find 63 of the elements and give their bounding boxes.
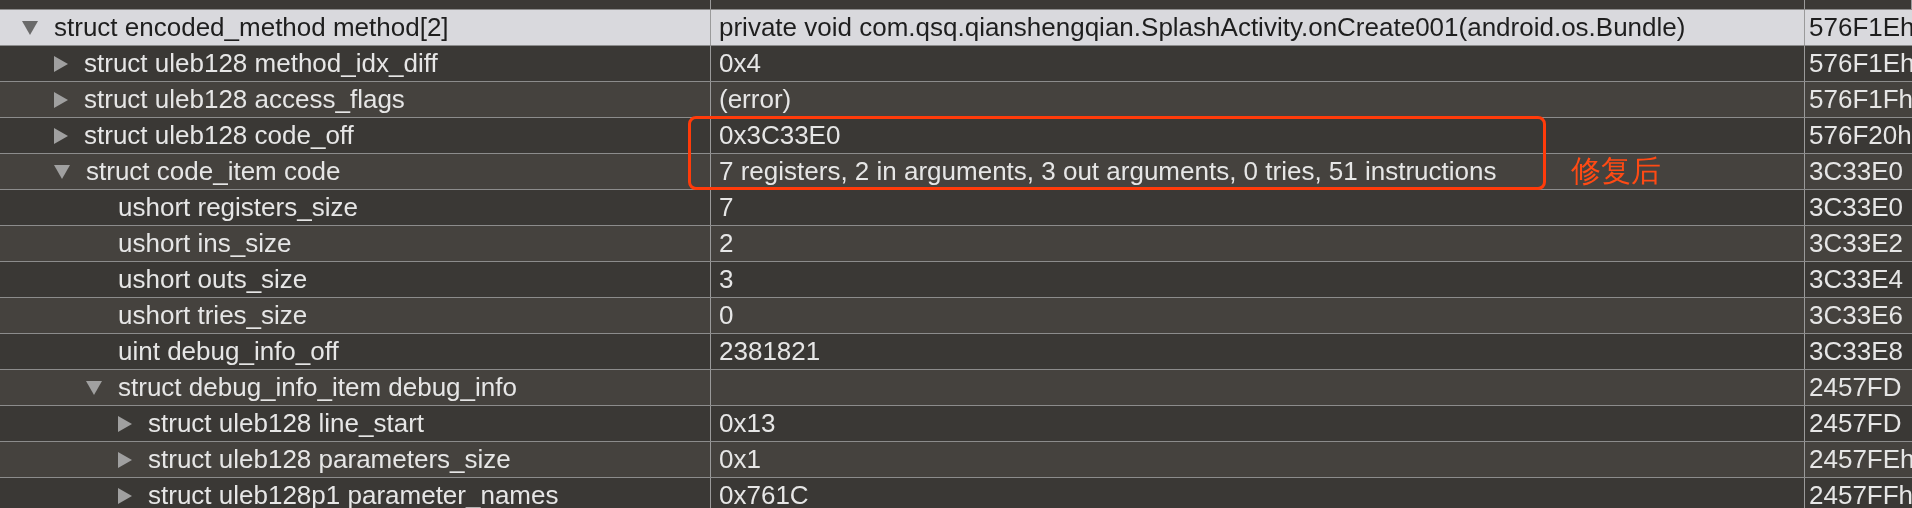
field-start: 3C33E6 xyxy=(1809,300,1903,331)
collapsed-triangle-icon[interactable] xyxy=(118,451,132,468)
tree-row[interactable]: ushort tries_size 0 3C33E6 xyxy=(0,298,1912,334)
field-value: 7 registers, 2 in arguments, 3 out arguments, 0 tries, 51 instructions xyxy=(719,156,1497,187)
tree-row[interactable]: struct uleb128 parameters_size 0x1 2457FEh xyxy=(0,442,1912,478)
field-name: ushort tries_size xyxy=(118,300,308,331)
field-start: 2457FD xyxy=(1809,408,1902,439)
tree-row[interactable]: uint debug_info_off 2381821 3C33E8 xyxy=(0,334,1912,370)
field-start: 3C33E2 xyxy=(1809,228,1903,259)
collapsed-triangle-icon[interactable] xyxy=(54,91,68,108)
field-start: 576F1Eh xyxy=(1809,12,1912,43)
field-value: 2 xyxy=(719,228,734,259)
field-start: 576F1Fh xyxy=(1809,84,1912,115)
tree-row[interactable]: struct uleb128 code_off 0x3C33E0 576F20h xyxy=(0,118,1912,154)
field-name: uint debug_info_off xyxy=(118,336,339,367)
field-value: private void com.qsq.qianshengqian.SplashActivity.onCreate001(android.os.Bundle) xyxy=(719,12,1686,43)
field-value: 0x761C xyxy=(719,480,809,508)
field-start: 3C33E0 xyxy=(1809,192,1903,223)
tree-row[interactable]: ushort registers_size 7 3C33E0 xyxy=(0,190,1912,226)
collapsed-triangle-icon[interactable] xyxy=(54,127,68,144)
field-name: struct encoded_method method[2] xyxy=(54,12,449,43)
expanded-triangle-icon[interactable] xyxy=(86,380,102,395)
field-name: struct uleb128 parameters_size xyxy=(148,444,511,475)
field-start: 2457FFh xyxy=(1809,480,1912,508)
tree-row[interactable]: struct uleb128 access_flags (error) 576F1Fh xyxy=(0,82,1912,118)
field-value: 2381821 xyxy=(719,336,821,367)
field-value: 0x3C33E0 xyxy=(719,120,841,151)
field-value: 3 xyxy=(719,264,734,295)
expanded-triangle-icon[interactable] xyxy=(54,164,70,179)
field-name: struct uleb128 code_off xyxy=(84,120,354,151)
tree-row[interactable]: struct encoded_method method[2] private void com.qsq.qianshengqian.SplashActivity.onCreate001(android.os.Bundle) 576F1Eh xyxy=(0,10,1912,46)
field-start: 2457FEh xyxy=(1809,444,1912,475)
field-start: 2457FD xyxy=(1809,372,1902,403)
expanded-triangle-icon[interactable] xyxy=(22,20,38,35)
tree-row[interactable]: ushort outs_size 3 3C33E4 xyxy=(0,262,1912,298)
collapsed-triangle-icon[interactable] xyxy=(118,415,132,432)
field-value: 0x13 xyxy=(719,408,776,439)
annotation-label: 修复后 xyxy=(1570,154,1661,189)
field-name: struct code_item code xyxy=(86,156,341,187)
field-value: 0x4 xyxy=(719,48,761,79)
field-name: ushort ins_size xyxy=(118,228,292,259)
field-start: 3C33E8 xyxy=(1809,336,1903,367)
tree-row[interactable]: struct uleb128 line_start 0x13 2457FD xyxy=(0,406,1912,442)
tree-row[interactable]: struct debug_info_item debug_info 2457FD xyxy=(0,370,1912,406)
field-name: struct uleb128 line_start xyxy=(148,408,425,439)
tree-row[interactable]: struct code_item code 7 registers, 2 in arguments, 3 out arguments, 0 tries, 51 instructions 修复后 3C33E0 xyxy=(0,154,1912,190)
field-name: ushort outs_size xyxy=(118,264,308,295)
field-name: ushort registers_size xyxy=(118,192,358,223)
collapsed-triangle-icon[interactable] xyxy=(54,55,68,72)
field-value: 7 xyxy=(719,192,734,223)
collapsed-triangle-icon[interactable] xyxy=(118,487,132,504)
field-start: 3C33E0 xyxy=(1809,156,1903,187)
field-name: struct uleb128 access_flags xyxy=(84,84,405,115)
field-value: 0x1 xyxy=(719,444,761,475)
field-start: 576F1Eh xyxy=(1809,48,1912,79)
field-start: 3C33E4 xyxy=(1809,264,1903,295)
field-value: 0 xyxy=(719,300,734,331)
field-value: (error) xyxy=(719,84,792,115)
tree-row[interactable]: ushort ins_size 2 3C33E2 xyxy=(0,226,1912,262)
field-name: struct debug_info_item debug_info xyxy=(118,372,517,403)
field-start: 576F20h xyxy=(1809,120,1912,151)
tree-row[interactable]: struct uleb128 method_idx_diff 0x4 576F1Eh xyxy=(0,46,1912,82)
field-name: struct uleb128 method_idx_diff xyxy=(84,48,438,79)
